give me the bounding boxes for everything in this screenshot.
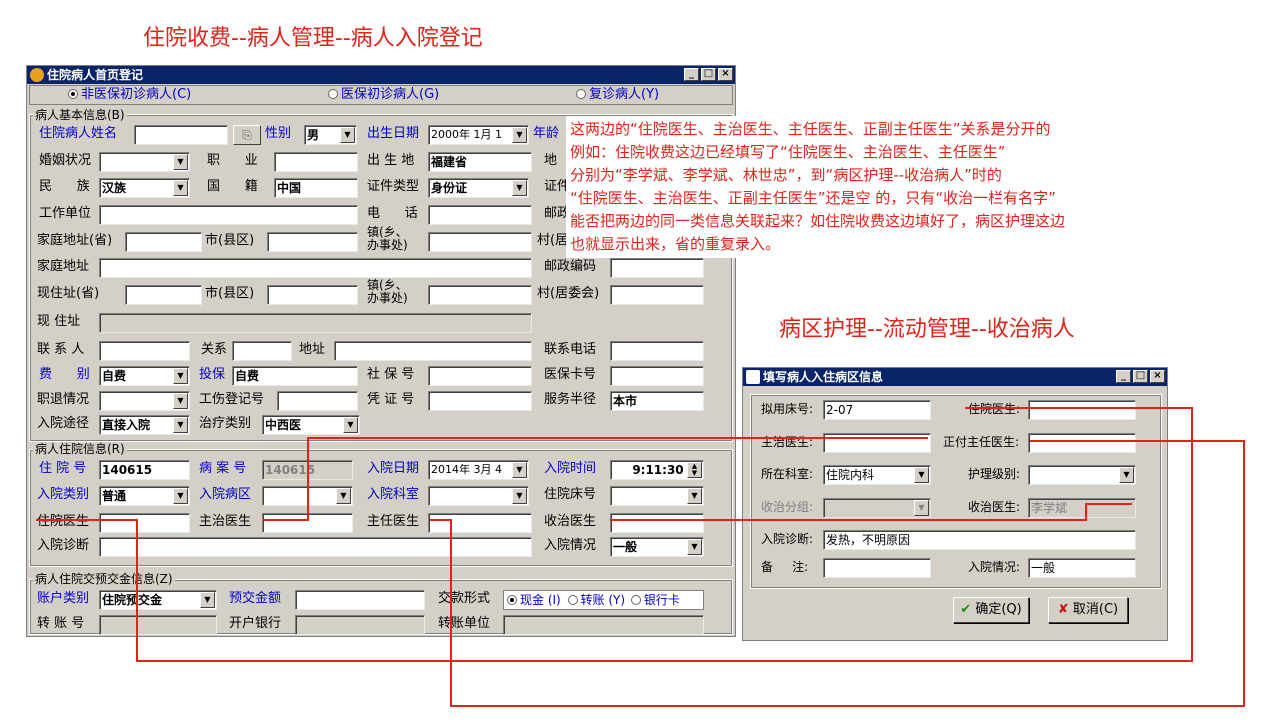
connector-attending-doctor	[263, 437, 928, 521]
connector-lines	[36, 407, 1245, 707]
connector-chief-doctor	[430, 440, 1245, 707]
connector-admitting-doctor	[610, 503, 1132, 521]
connector-resident-doctor	[36, 407, 1193, 662]
